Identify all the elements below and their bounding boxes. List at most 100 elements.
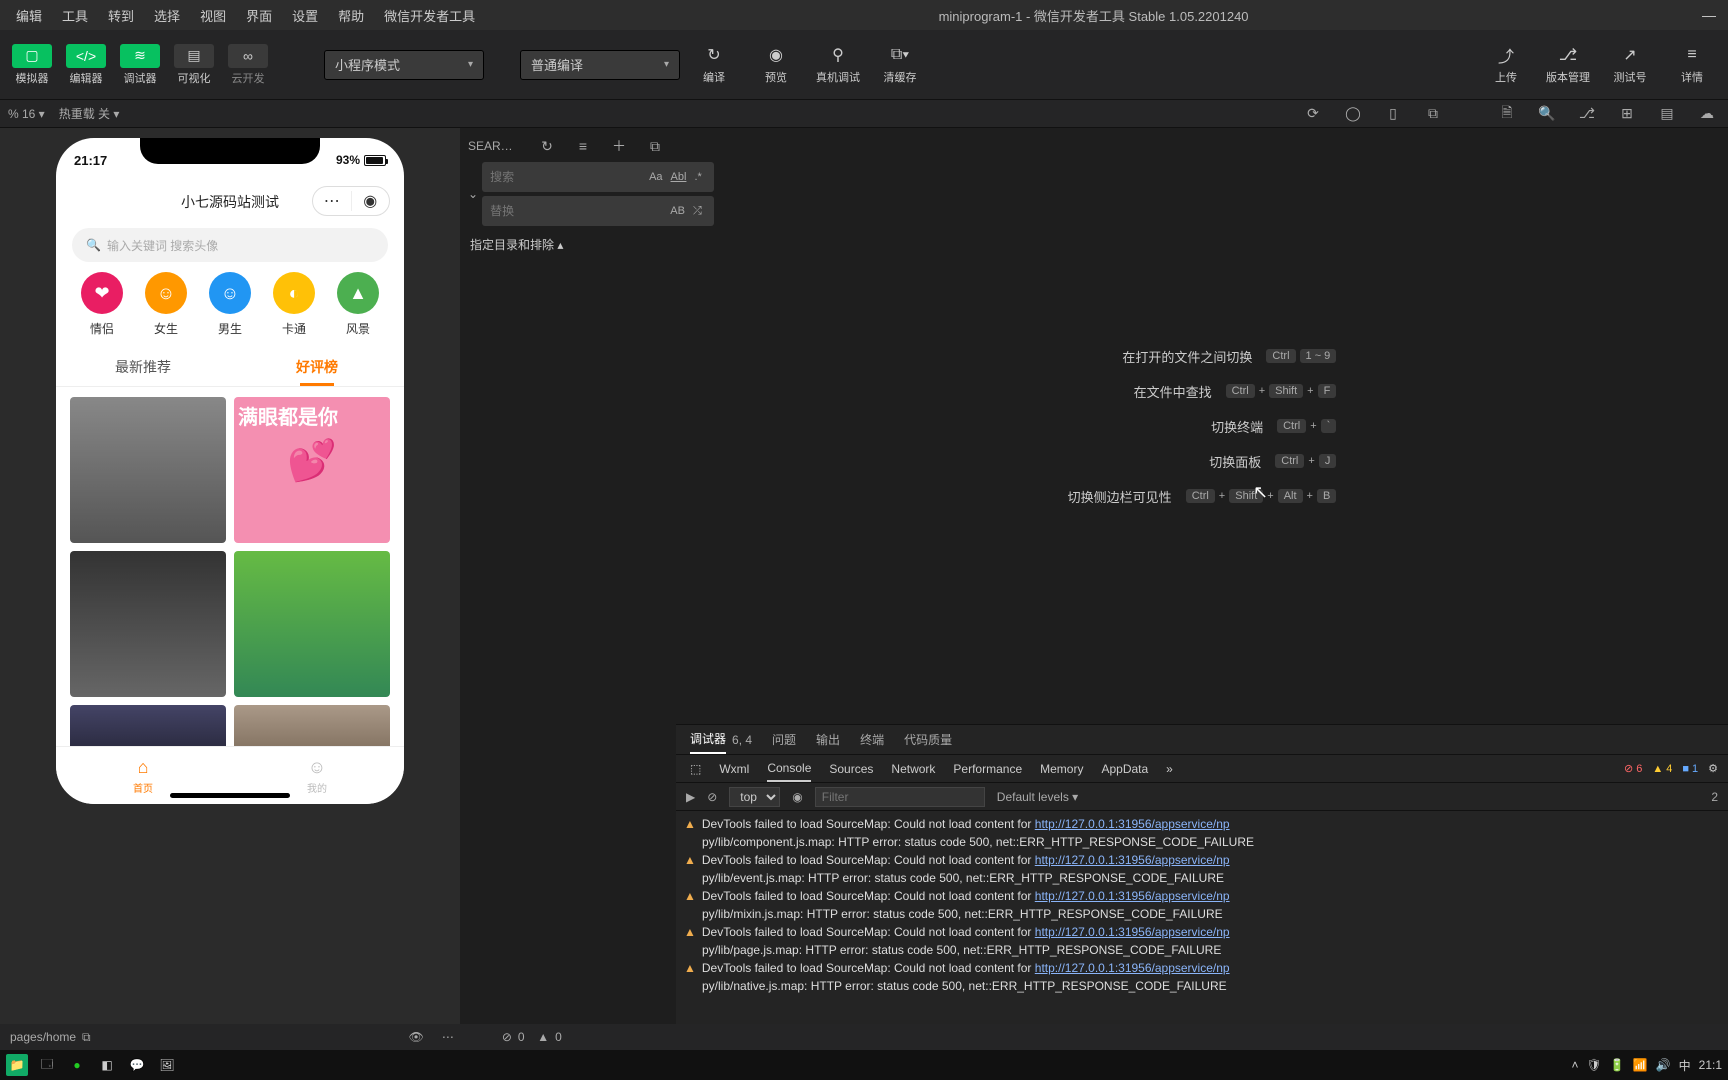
tab-appdata[interactable]: AppData [1101,762,1148,776]
tray-wifi-icon[interactable]: 📶 [1633,1058,1648,1072]
case-icon[interactable]: Aa [645,171,666,183]
cat-scenery[interactable]: ▲风景 [337,272,379,337]
rotate-icon[interactable]: ▯ [1380,104,1406,124]
compile-button[interactable]: ↻编译 [686,45,742,85]
tab-problems[interactable]: 问题 [772,731,796,748]
remote-debug-button[interactable]: ⚲真机调试 [810,45,866,85]
tile-2[interactable]: 满眼都是你💕 [234,397,390,543]
details-button[interactable]: ≡详情 [1664,45,1720,85]
tab-debugger[interactable]: 调试器 [690,725,726,754]
stop-icon[interactable]: ◯ [1340,104,1366,124]
tab-terminal[interactable]: 终端 [860,731,884,748]
inspect-icon[interactable]: ⬚ [690,762,701,776]
ext-icon[interactable]: ⊞ [1614,104,1640,124]
menu-wx[interactable]: 微信开发者工具 [374,6,485,25]
capsule[interactable]: ⋯ ◉ [312,186,390,216]
test-account-button[interactable]: ↗测试号 [1602,45,1658,85]
preview-button[interactable]: ◉预览 [748,45,804,85]
info-badge[interactable]: ■ 1 [1682,763,1698,775]
version-button[interactable]: ⎇版本管理 [1540,45,1596,85]
filter-input[interactable] [815,787,985,807]
menu-settings[interactable]: 设置 [282,6,328,25]
taskbar-app2-icon[interactable]: ◧ [96,1054,118,1076]
view-editor[interactable]: </>编辑器 [62,39,110,91]
search-input[interactable] [490,170,645,184]
zoom-select[interactable]: % 16 ▾ [8,107,45,121]
taskbar-app4-icon[interactable]: 🖼 [156,1054,178,1076]
view-cloud[interactable]: ∞云开发 [224,39,272,91]
tab-performance[interactable]: Performance [953,762,1022,776]
tab-console[interactable]: Console [767,755,811,782]
menu-ui[interactable]: 界面 [236,6,282,25]
chevron-down-icon[interactable]: ⌄ [468,187,478,201]
refresh-search-icon[interactable]: ↻ [534,136,560,156]
taskbar-explorer-icon[interactable]: 📁 [6,1054,28,1076]
tab-quality[interactable]: 代码质量 [904,731,952,748]
view-debugger[interactable]: ≋调试器 [116,39,164,91]
taskbar-app1-icon[interactable]: 🗔 [36,1054,58,1076]
clear-console-icon[interactable]: ⊘ [707,790,717,804]
menu-help[interactable]: 帮助 [328,6,374,25]
tab-wxml[interactable]: Wxml [719,762,749,776]
tray-ime[interactable]: 中 [1679,1057,1691,1074]
tab-latest[interactable]: 最新推荐 [56,347,230,386]
warn-badge[interactable]: ▲ 4 [1652,763,1672,775]
files-icon[interactable]: 🗎 [1494,104,1520,124]
tab-output[interactable]: 输出 [816,731,840,748]
hotreload-select[interactable]: 热重载 关 ▾ [59,105,120,122]
refresh-icon[interactable]: ⟳ [1300,104,1326,124]
tab-popular[interactable]: 好评榜 [230,347,404,386]
menu-goto[interactable]: 转到 [98,6,144,25]
view-simulator[interactable]: ▢模拟器 [8,39,56,91]
capsule-close-icon[interactable]: ◉ [352,191,390,211]
tray-shield-icon[interactable]: 🛡 [1587,1058,1602,1072]
more-segment[interactable]: ⋯ [442,1030,454,1044]
cat-cartoon[interactable]: ◐卡通 [273,272,315,337]
tray-up-icon[interactable]: ˄ [1572,1058,1579,1072]
menu-select[interactable]: 选择 [144,6,190,25]
mode-select[interactable]: 小程序模式▾ [324,50,484,80]
path-segment[interactable]: pages/home⧉ [10,1030,91,1045]
errors-segment[interactable]: ⊘ 0 ▲ 0 [502,1030,562,1044]
menu-edit[interactable]: 编辑 [6,6,52,25]
pop-icon[interactable]: ⧉ [1420,104,1446,124]
cat-couple[interactable]: ❤情侣 [81,272,123,337]
taskbar-wechat-icon[interactable]: ● [66,1054,88,1076]
clear-cache-button[interactable]: ⧉▾清缓存 [872,45,928,85]
tab-network[interactable]: Network [891,762,935,776]
taskbar-app3-icon[interactable]: 💬 [126,1054,148,1076]
tile-3[interactable] [70,551,226,697]
upload-button[interactable]: ⤴上传 [1478,45,1534,85]
console-output[interactable]: ▲DevTools failed to load SourceMap: Coul… [676,811,1728,1024]
tray-batt-icon[interactable]: 🔋 [1610,1058,1625,1072]
capsule-menu-icon[interactable]: ⋯ [313,191,352,211]
clear-search-icon[interactable]: ≡ [570,136,596,156]
play-icon[interactable]: ▶ [686,790,695,804]
menu-view[interactable]: 视图 [190,6,236,25]
tab-memory[interactable]: Memory [1040,762,1083,776]
gear-icon[interactable]: ⚙ [1708,762,1718,775]
tile-1[interactable] [70,397,226,543]
search-scope[interactable]: 指定目录和排除 ▴ [468,230,668,259]
error-badge[interactable]: ⊘ 6 [1624,762,1642,775]
view-visual[interactable]: ▤可视化 [170,39,218,91]
menu-tools[interactable]: 工具 [52,6,98,25]
search-icon[interactable]: 🔍 [1534,104,1560,124]
eye-segment[interactable]: 👁 [409,1030,424,1044]
context-select[interactable]: top [729,787,780,807]
tab-sources[interactable]: Sources [829,762,873,776]
db-icon[interactable]: ▤ [1654,104,1680,124]
replace-input[interactable] [490,204,666,218]
minimize-icon[interactable]: — [1702,7,1716,23]
tile-4[interactable] [234,551,390,697]
cat-girl[interactable]: ☺女生 [145,272,187,337]
search-box[interactable]: 🔍 输入关键词 搜索头像 [72,228,388,262]
collapse-icon[interactable]: ⧉ [642,136,668,156]
levels-select[interactable]: Default levels ▾ [997,790,1078,804]
eye-icon[interactable]: ◉ [792,790,802,804]
cloud-icon[interactable]: ☁ [1694,104,1720,124]
git-icon[interactable]: ⎇ [1574,104,1600,124]
new-file-icon[interactable]: ＋ [606,136,632,156]
more-tabs-icon[interactable]: » [1166,762,1173,776]
compile-select[interactable]: 普通编译▾ [520,50,680,80]
